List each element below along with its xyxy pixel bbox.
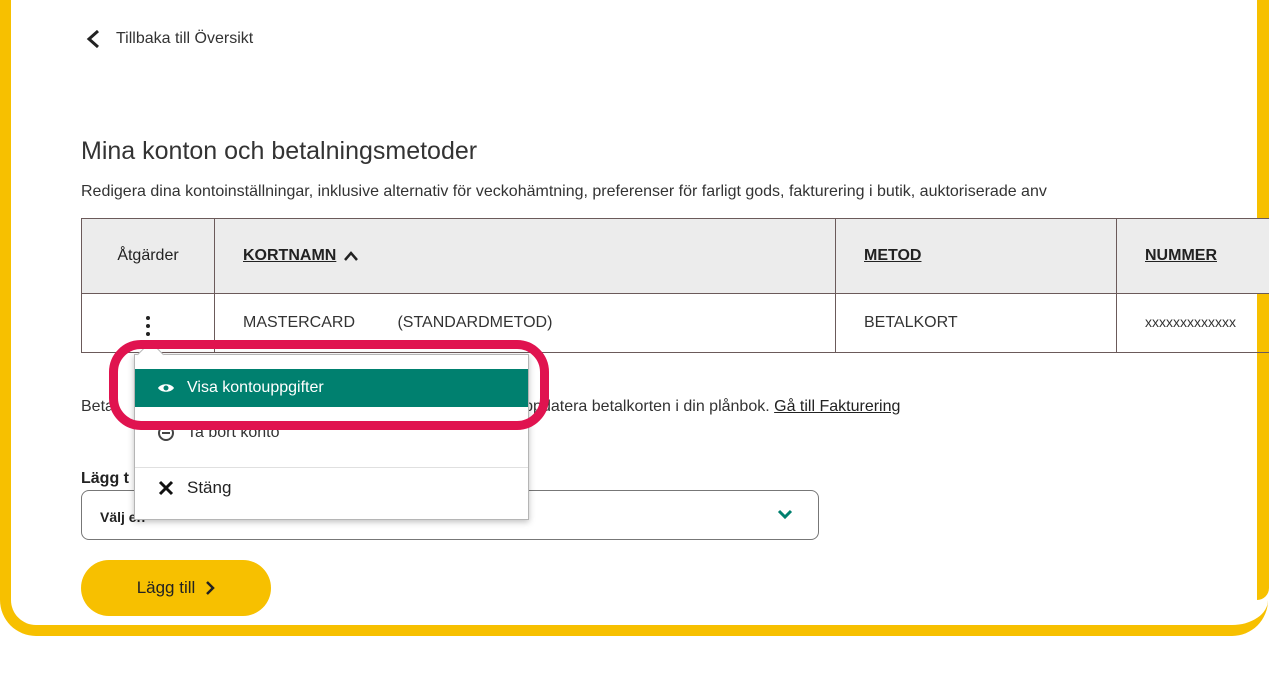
back-link-label: Tillbaka till Översikt (116, 30, 254, 47)
menu-item-label: Stäng (187, 477, 232, 497)
menu-item-close[interactable]: Stäng (135, 467, 528, 507)
card-name: MASTERCARD (243, 314, 356, 331)
sort-card-name[interactable]: KORTNAMN (215, 247, 359, 265)
add-button[interactable]: Lägg till (81, 560, 271, 616)
billing-link[interactable]: Gå till Fakturering (774, 398, 900, 415)
col-method[interactable]: METOD (835, 218, 1117, 294)
col-number-label[interactable]: NUMMER (1117, 247, 1217, 265)
table-row: MASTERCARD (STANDARDMETOD) BETALKORT xxx… (81, 293, 1269, 353)
accounts-table: Åtgärder KORTNAMN METOD NUMMER MASTERCAR… (81, 218, 1269, 353)
menu-item-label: Ta bort konto (187, 424, 280, 441)
kebab-menu-icon[interactable] (138, 312, 158, 340)
page-subtitle: Redigera dina kontoinställningar, inklus… (81, 183, 1047, 200)
chevron-left-icon (86, 30, 99, 48)
col-number[interactable]: NUMMER (1116, 218, 1269, 294)
chevron-down-icon (777, 509, 793, 520)
payment-prefix: Beta (81, 398, 114, 415)
row-card-name-cell: MASTERCARD (STANDARDMETOD) (214, 293, 836, 353)
col-card-name[interactable]: KORTNAMN (214, 218, 836, 294)
remove-icon (158, 425, 174, 441)
payment-middle: tt uppdatera betalkorten i din plånbok. (501, 398, 770, 415)
page-title: Mina konton och betalningsmetoder (81, 137, 478, 165)
add-button-label: Lägg till (136, 578, 196, 597)
default-method-note: (STANDARDMETOD) (397, 314, 553, 331)
back-link[interactable]: Tillbaka till Översikt (86, 30, 253, 48)
menu-item-view-account[interactable]: Visa kontouppgifter (135, 369, 528, 407)
chevron-up-icon (344, 251, 359, 261)
method-value: BETALKORT (864, 314, 958, 331)
col-actions-label: Åtgärder (117, 247, 179, 264)
actions-popup-menu: Visa kontouppgifter Ta bort konto Stäng (134, 341, 529, 520)
row-method-cell: BETALKORT (835, 293, 1117, 353)
menu-item-label: Visa kontouppgifter (187, 379, 324, 396)
col-actions: Åtgärder (81, 218, 215, 294)
eye-icon (158, 384, 174, 392)
row-number-cell: xxxxxxxxxxxxx (1116, 293, 1269, 353)
col-card-name-label: KORTNAMN (243, 247, 337, 264)
add-label: Lägg t (81, 470, 129, 487)
close-icon (158, 480, 174, 495)
chevron-right-icon (206, 581, 216, 595)
col-method-label[interactable]: METOD (836, 247, 921, 265)
table-header-row: Åtgärder KORTNAMN METOD NUMMER (81, 218, 1269, 294)
menu-item-remove-account[interactable]: Ta bort konto (135, 413, 528, 453)
number-value: xxxxxxxxxxxxx (1145, 314, 1236, 330)
